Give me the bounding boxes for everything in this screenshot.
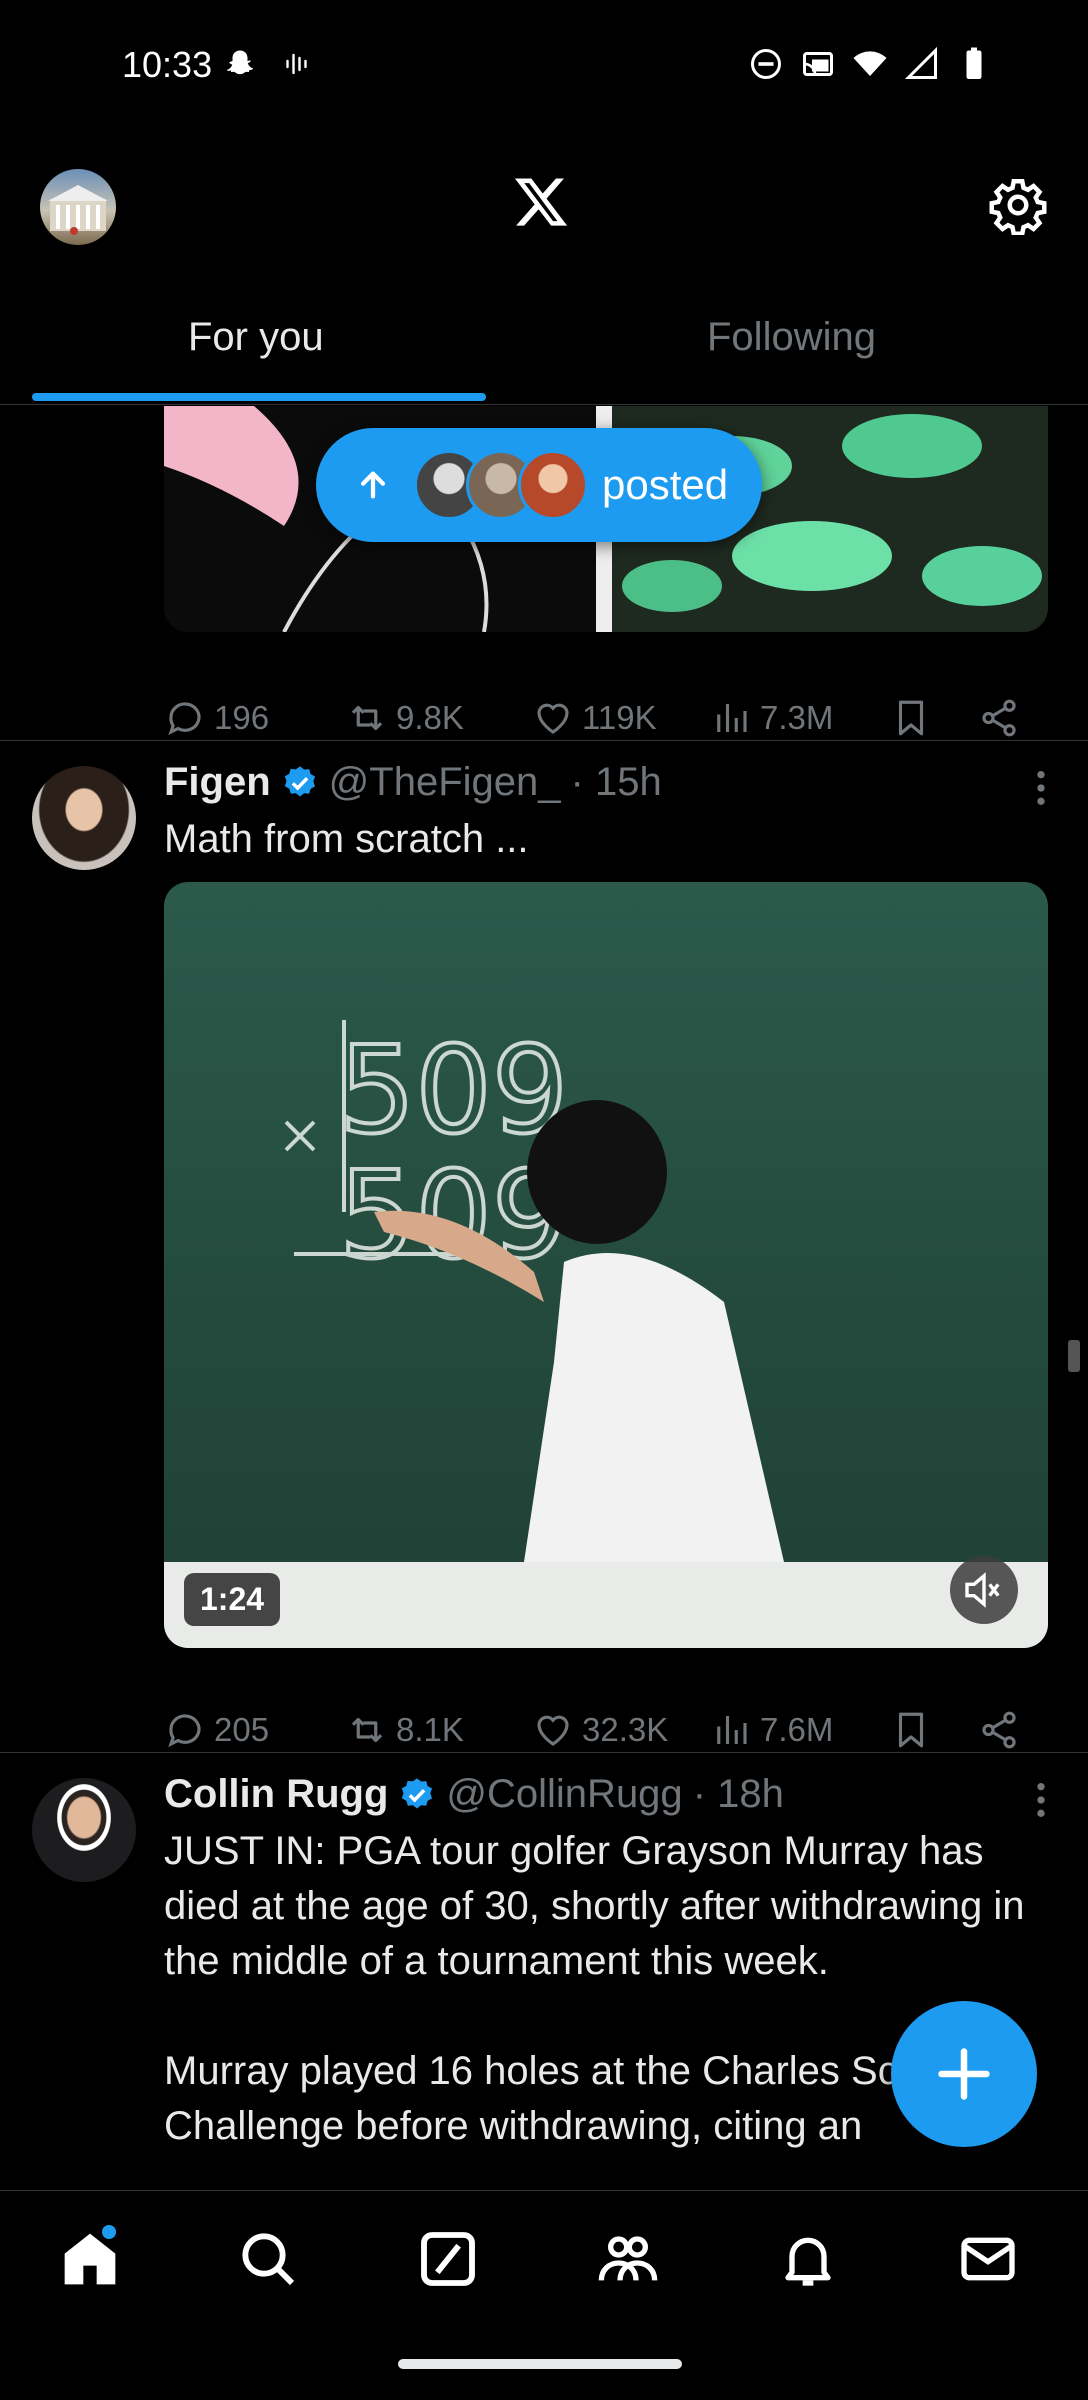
author-avatar[interactable] (32, 766, 136, 870)
more-options-icon[interactable] (1034, 768, 1048, 808)
post-header: Collin Rugg @CollinRugg · 18h (164, 1772, 784, 1817)
share-icon (982, 699, 1016, 737)
bottom-navigation (0, 2190, 1088, 2400)
reply-icon (168, 702, 201, 736)
verified-badge-icon (402, 1777, 433, 1808)
repost-icon (351, 705, 383, 731)
voice-wave-icon (286, 53, 307, 75)
notification-dot (102, 2225, 116, 2239)
post-text: JUST IN: PGA tour golfer Grayson Murray … (164, 1829, 1025, 1983)
new-posts-pill[interactable]: posted (316, 428, 762, 542)
like-count: 119K (582, 699, 657, 736)
repost-icon (351, 1717, 383, 1743)
new-posts-label: posted (602, 461, 729, 508)
timeline-tabs: For you Following (0, 285, 1088, 405)
grok-icon[interactable] (416, 2227, 480, 2291)
post-divider (0, 740, 1088, 741)
post-time: · 18h (692, 1772, 784, 1816)
repost-count: 9.8K (396, 699, 464, 736)
post-video[interactable]: 509 509 1:24 (164, 882, 1048, 1648)
repost-button[interactable]: 8.1K (346, 1709, 464, 1751)
status-bar: 10:33 (0, 0, 1088, 135)
reply-button[interactable]: 196 (164, 697, 269, 739)
post-text: Math from scratch ... (164, 817, 529, 861)
gesture-home-indicator[interactable] (398, 2359, 682, 2369)
cast-icon (803, 52, 833, 76)
do-not-disturb-icon (751, 49, 781, 79)
speaker-muted-icon (965, 1572, 1000, 1608)
share-button[interactable] (978, 1709, 1020, 1751)
share-icon (982, 1711, 1016, 1749)
plus-icon (938, 2048, 990, 2100)
post-time: · 15h (570, 760, 662, 804)
avatar (518, 450, 588, 520)
views-chart-icon (717, 1716, 747, 1744)
video-duration: 1:24 (184, 1573, 281, 1626)
tab-for-you[interactable]: For you (188, 315, 324, 360)
reply-count: 205 (214, 1711, 270, 1748)
scrollbar-thumb[interactable] (1068, 1340, 1080, 1372)
bookmark-button[interactable] (890, 697, 932, 739)
bookmark-button[interactable] (890, 1709, 932, 1751)
wifi-icon (853, 51, 887, 76)
repost-count: 8.1K (396, 1711, 464, 1748)
post-divider (0, 1752, 1088, 1753)
video-frame: 509 509 (284, 1020, 784, 1562)
view-count: 7.6M (760, 1711, 834, 1748)
bookmark-icon (898, 1712, 924, 1748)
author-avatar[interactable] (32, 1778, 136, 1882)
top-bar (0, 135, 1088, 275)
x-logo-icon[interactable] (512, 173, 570, 231)
settings-gear-icon[interactable] (988, 175, 1048, 235)
profile-avatar[interactable] (40, 169, 116, 245)
battery-icon (966, 47, 982, 79)
view-count: 7.3M (760, 699, 834, 736)
bookmark-icon (898, 700, 924, 736)
share-button[interactable] (978, 697, 1020, 739)
new-posts-avatars (414, 450, 588, 520)
snapchat-icon (226, 50, 254, 75)
post-action-bar: 205 8.1K 32.3K 7.6M (164, 1700, 1024, 1760)
mute-button[interactable] (950, 1556, 1018, 1624)
messages-envelope-icon[interactable] (956, 2227, 1020, 2291)
like-button[interactable]: 32.3K (532, 1709, 668, 1751)
notifications-bell-icon[interactable] (776, 2227, 840, 2291)
search-icon[interactable] (236, 2227, 300, 2291)
timeline-feed[interactable]: posted 196 9.8K 119K 7.3M Figen @TheFige… (0, 406, 1088, 2190)
tab-following[interactable]: Following (707, 315, 876, 360)
more-options-icon[interactable] (1034, 1780, 1048, 1820)
author-handle[interactable]: @CollinRugg (446, 1772, 682, 1817)
tab-selected-indicator (32, 393, 486, 401)
author-name[interactable]: Collin Rugg (164, 1772, 388, 1817)
like-button[interactable]: 119K (532, 697, 657, 739)
reply-button[interactable]: 205 (164, 1709, 269, 1751)
post-action-bar: 196 9.8K 119K 7.3M (164, 688, 1024, 748)
author-handle[interactable]: @TheFigen_ (329, 760, 561, 805)
profile-photo (48, 185, 108, 235)
views-chart-icon (717, 704, 747, 732)
svg-text:509: 509 (339, 1022, 568, 1161)
status-time: 10:33 (122, 44, 213, 85)
like-count: 32.3K (582, 1711, 669, 1748)
verified-badge-icon (284, 765, 315, 796)
heart-icon (537, 703, 569, 734)
reply-icon (168, 1714, 201, 1748)
reply-count: 196 (214, 699, 270, 736)
author-name[interactable]: Figen (164, 760, 271, 805)
communities-icon[interactable] (596, 2227, 660, 2291)
views-button[interactable]: 7.6M (710, 1709, 833, 1751)
cell-signal-icon (904, 46, 937, 79)
heart-icon (537, 1715, 569, 1746)
views-button[interactable]: 7.3M (710, 697, 833, 739)
post-header: Figen @TheFigen_ · 15h (164, 760, 662, 805)
compose-post-button[interactable] (891, 2001, 1037, 2147)
arrow-up-icon (360, 471, 386, 499)
repost-button[interactable]: 9.8K (346, 697, 464, 739)
